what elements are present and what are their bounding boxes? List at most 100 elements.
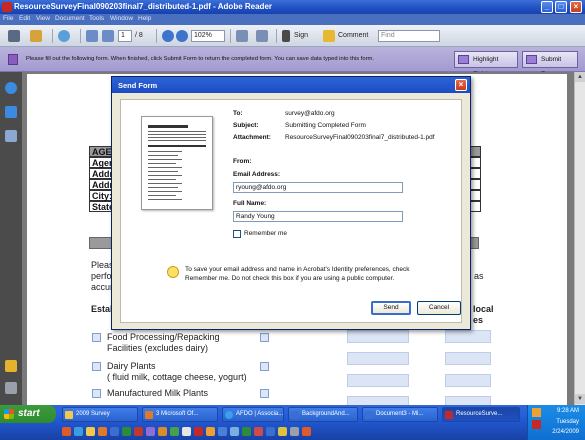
app-icon[interactable] — [170, 427, 179, 436]
row-label: City: — [92, 191, 112, 201]
excel-icon[interactable] — [122, 427, 131, 436]
fit-width-icon[interactable] — [256, 30, 268, 42]
cancel-button[interactable]: Cancel — [417, 301, 461, 315]
count-field[interactable] — [445, 352, 491, 365]
window-title-bar[interactable]: ResourceSurveyFinal090203final7_distribu… — [0, 0, 585, 14]
menu-window[interactable]: Window — [110, 15, 133, 22]
app-icon[interactable] — [254, 427, 263, 436]
count-field[interactable] — [347, 374, 409, 387]
taskbar-button[interactable]: 3 Microsoft Of... — [142, 407, 218, 422]
menu-edit[interactable]: Edit — [19, 15, 30, 22]
item-checkbox[interactable] — [260, 389, 269, 398]
browser-icon — [225, 411, 233, 419]
doc-heading: local — [473, 304, 494, 314]
count-field[interactable] — [347, 330, 409, 343]
app-icon[interactable] — [290, 427, 299, 436]
dialog-close-button[interactable]: × — [455, 79, 467, 91]
dairy-plants-checkbox[interactable] — [92, 362, 101, 371]
send-button[interactable]: Send — [371, 301, 411, 315]
next-page-icon[interactable] — [102, 30, 114, 42]
attachments-icon[interactable] — [5, 382, 17, 394]
tray-icon[interactable] — [532, 408, 541, 417]
highlight-icon — [458, 55, 469, 64]
vertical-scrollbar[interactable]: ▲ ▼ — [574, 72, 585, 405]
count-field[interactable] — [347, 396, 409, 405]
app-icon[interactable] — [206, 427, 215, 436]
start-button[interactable]: start — [0, 405, 56, 423]
info-icon[interactable] — [5, 82, 17, 94]
count-field[interactable] — [445, 374, 491, 387]
app-icon[interactable] — [218, 427, 227, 436]
item-label: Facilities (excludes dairy) — [107, 343, 209, 353]
item-checkbox[interactable] — [260, 333, 269, 342]
full-name-field[interactable]: Randy Young — [233, 211, 403, 222]
maximize-button[interactable]: □ — [555, 1, 567, 13]
sign-button[interactable]: Sign — [294, 29, 308, 43]
taskbar-button[interactable]: Document3 - Mi... — [362, 407, 438, 422]
taskbar-button[interactable]: AFDO | Associa... — [222, 407, 284, 422]
page-number-input[interactable]: 1 — [118, 30, 132, 42]
menu-help[interactable]: Help — [138, 15, 151, 22]
print-icon[interactable] — [8, 30, 20, 42]
menu-tools[interactable]: Tools — [89, 15, 104, 22]
count-field[interactable] — [445, 330, 491, 343]
app-icon[interactable] — [98, 427, 107, 436]
adobe-icon[interactable] — [194, 427, 203, 436]
minimize-button[interactable]: _ — [541, 1, 553, 13]
fit-page-icon[interactable] — [236, 30, 248, 42]
form-message-bar: Please fill out the following form. When… — [0, 47, 585, 78]
count-field[interactable] — [347, 352, 409, 365]
scroll-up-icon[interactable]: ▲ — [575, 72, 585, 82]
zoom-out-icon[interactable] — [162, 30, 174, 42]
dialog-title-bar[interactable]: Send Form × — [112, 77, 470, 93]
email-field[interactable]: ryoung@afdo.org — [233, 182, 403, 193]
find-doc-icon[interactable] — [58, 30, 70, 42]
clock-day: Tuesday — [556, 419, 579, 425]
dialog-body: To: survey@afdo.org Subject: Submitting … — [120, 99, 462, 323]
app-icon[interactable] — [278, 427, 287, 436]
comments-icon[interactable] — [5, 360, 17, 372]
item-checkbox[interactable] — [260, 362, 269, 371]
comment-icon — [323, 30, 335, 42]
food-processing-checkbox[interactable] — [92, 333, 101, 342]
toolbar: 1 / 8 102% Sign Comment Find — [0, 25, 585, 47]
powerpoint-icon[interactable] — [134, 427, 143, 436]
email-icon[interactable] — [30, 30, 42, 42]
previous-page-icon[interactable] — [86, 30, 98, 42]
remember-me-label[interactable]: Remember me — [244, 230, 287, 237]
app-icon[interactable] — [230, 427, 239, 436]
submit-form-button[interactable]: Submit Form — [522, 51, 578, 78]
outlook-icon[interactable] — [158, 427, 167, 436]
word-icon[interactable] — [110, 427, 119, 436]
task-label: AFDO | Associa... — [236, 411, 284, 417]
app-icon[interactable] — [266, 427, 275, 436]
app-icon[interactable] — [146, 427, 155, 436]
count-field[interactable] — [445, 396, 491, 405]
find-input[interactable]: Find — [378, 30, 440, 42]
menu-file[interactable]: File — [3, 15, 13, 22]
scroll-down-icon[interactable]: ▼ — [575, 394, 585, 404]
menu-document[interactable]: Document — [55, 15, 85, 22]
clock-time[interactable]: 9:28 AM — [557, 408, 579, 414]
signatures-icon[interactable] — [5, 130, 17, 142]
taskbar-button[interactable]: BackgroundAnd... — [288, 407, 358, 422]
notepad-icon[interactable] — [182, 427, 191, 436]
app-icon[interactable] — [242, 427, 251, 436]
taskbar-button[interactable]: 2009 Survey — [62, 407, 138, 422]
tray-icon[interactable] — [532, 420, 541, 429]
menu-view[interactable]: View — [36, 15, 50, 22]
app-icon[interactable] — [302, 427, 311, 436]
remember-me-checkbox[interactable] — [233, 230, 241, 238]
window-title: ResourceSurveyFinal090203final7_distribu… — [14, 2, 273, 11]
zoom-in-icon[interactable] — [176, 30, 188, 42]
browser-icon[interactable] — [74, 427, 83, 436]
taskbar-button[interactable]: ResourceSurve... — [442, 407, 520, 422]
folder-icon[interactable] — [86, 427, 95, 436]
firefox-icon[interactable] — [62, 427, 71, 436]
zoom-level-select[interactable]: 102% — [191, 30, 225, 42]
highlight-fields-button[interactable]: Highlight Fields — [454, 51, 518, 78]
comment-button[interactable]: Comment — [338, 29, 368, 43]
pages-icon[interactable] — [5, 106, 17, 118]
close-window-button[interactable]: × — [570, 1, 582, 13]
manufactured-milk-checkbox[interactable] — [92, 389, 101, 398]
